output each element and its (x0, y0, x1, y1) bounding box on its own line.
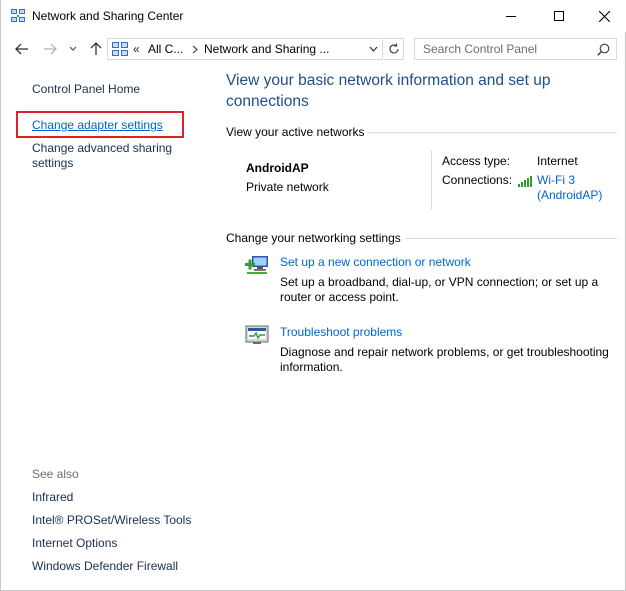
page-title: View your basic network information and … (226, 72, 551, 110)
search-input[interactable] (415, 39, 601, 59)
see-also-heading: See also (32, 467, 79, 481)
back-button[interactable] (13, 40, 31, 58)
see-also-infrared-link[interactable]: Infrared (32, 490, 73, 504)
chevron-down-icon (369, 46, 377, 52)
network-sharing-center-window: Network and Sharing Center « All C... Ne… (0, 0, 626, 591)
wifi-signal-icon (518, 176, 532, 187)
back-arrow-icon (15, 43, 28, 55)
address-bar[interactable]: « All C... Network and Sharing ... (107, 38, 383, 60)
see-also-intel-proset-link[interactable]: Intel® PROSet/Wireless Tools (32, 513, 191, 527)
wifi-connection-name: Wi-Fi 3 (537, 173, 575, 187)
new-connection-icon (245, 256, 268, 274)
breadcrumb-overflow[interactable]: « (133, 42, 140, 56)
refresh-button[interactable] (384, 38, 404, 60)
forward-arrow-icon (44, 43, 57, 55)
up-arrow-icon (90, 42, 102, 55)
minimize-icon (506, 16, 516, 17)
network-center-icon (11, 9, 25, 22)
network-name: AndroidAP (246, 161, 309, 175)
forward-button[interactable] (41, 40, 59, 58)
connections-label: Connections: (442, 173, 513, 187)
title-bar[interactable]: Network and Sharing Center (1, 0, 626, 32)
recent-locations-button[interactable] (66, 40, 80, 58)
troubleshoot-icon (245, 325, 269, 344)
up-button[interactable] (87, 40, 105, 58)
access-type-label: Access type: (442, 154, 511, 168)
search-box[interactable] (414, 38, 617, 60)
wifi-connection-link[interactable]: Wi-Fi 3 (AndroidAP) (537, 173, 602, 203)
see-also-internet-options-link[interactable]: Internet Options (32, 536, 117, 550)
troubleshoot-problems-link[interactable]: Troubleshoot problems (280, 325, 402, 339)
breadcrumb-all-control-panel[interactable]: All C... (148, 42, 183, 56)
section-divider (405, 238, 617, 239)
see-also-firewall-link[interactable]: Windows Defender Firewall (32, 559, 178, 573)
network-type-link[interactable]: Private network (246, 180, 329, 194)
control-panel-home-link[interactable]: Control Panel Home (32, 82, 140, 96)
section-divider (367, 132, 617, 133)
breadcrumb-network-sharing[interactable]: Network and Sharing ... (204, 42, 329, 56)
window-title: Network and Sharing Center (32, 9, 184, 23)
close-icon (598, 10, 610, 22)
control-panel-icon (112, 42, 128, 56)
wifi-connection-ssid: (AndroidAP) (537, 188, 603, 202)
search-icon[interactable] (597, 43, 610, 56)
access-type-value: Internet (537, 154, 578, 168)
network-info-divider (431, 150, 432, 210)
change-adapter-settings-link[interactable]: Change adapter settings (32, 118, 163, 132)
close-button[interactable] (581, 0, 626, 32)
change-advanced-sharing-link[interactable]: Change advanced sharing settings (32, 141, 182, 171)
chevron-right-icon[interactable] (192, 45, 198, 54)
troubleshoot-description: Diagnose and repair network problems, or… (280, 345, 609, 374)
recent-dropdown-icon (69, 46, 77, 51)
active-networks-heading: View your active networks (226, 125, 365, 139)
maximize-icon (554, 11, 564, 21)
setup-connection-link[interactable]: Set up a new connection or network (280, 255, 471, 269)
setup-connection-description: Set up a broadband, dial-up, or VPN conn… (280, 275, 599, 304)
refresh-icon (388, 43, 399, 54)
maximize-button[interactable] (536, 0, 582, 32)
change-settings-heading: Change your networking settings (226, 231, 401, 245)
address-dropdown-button[interactable] (366, 42, 380, 56)
minimize-button[interactable] (488, 0, 534, 32)
